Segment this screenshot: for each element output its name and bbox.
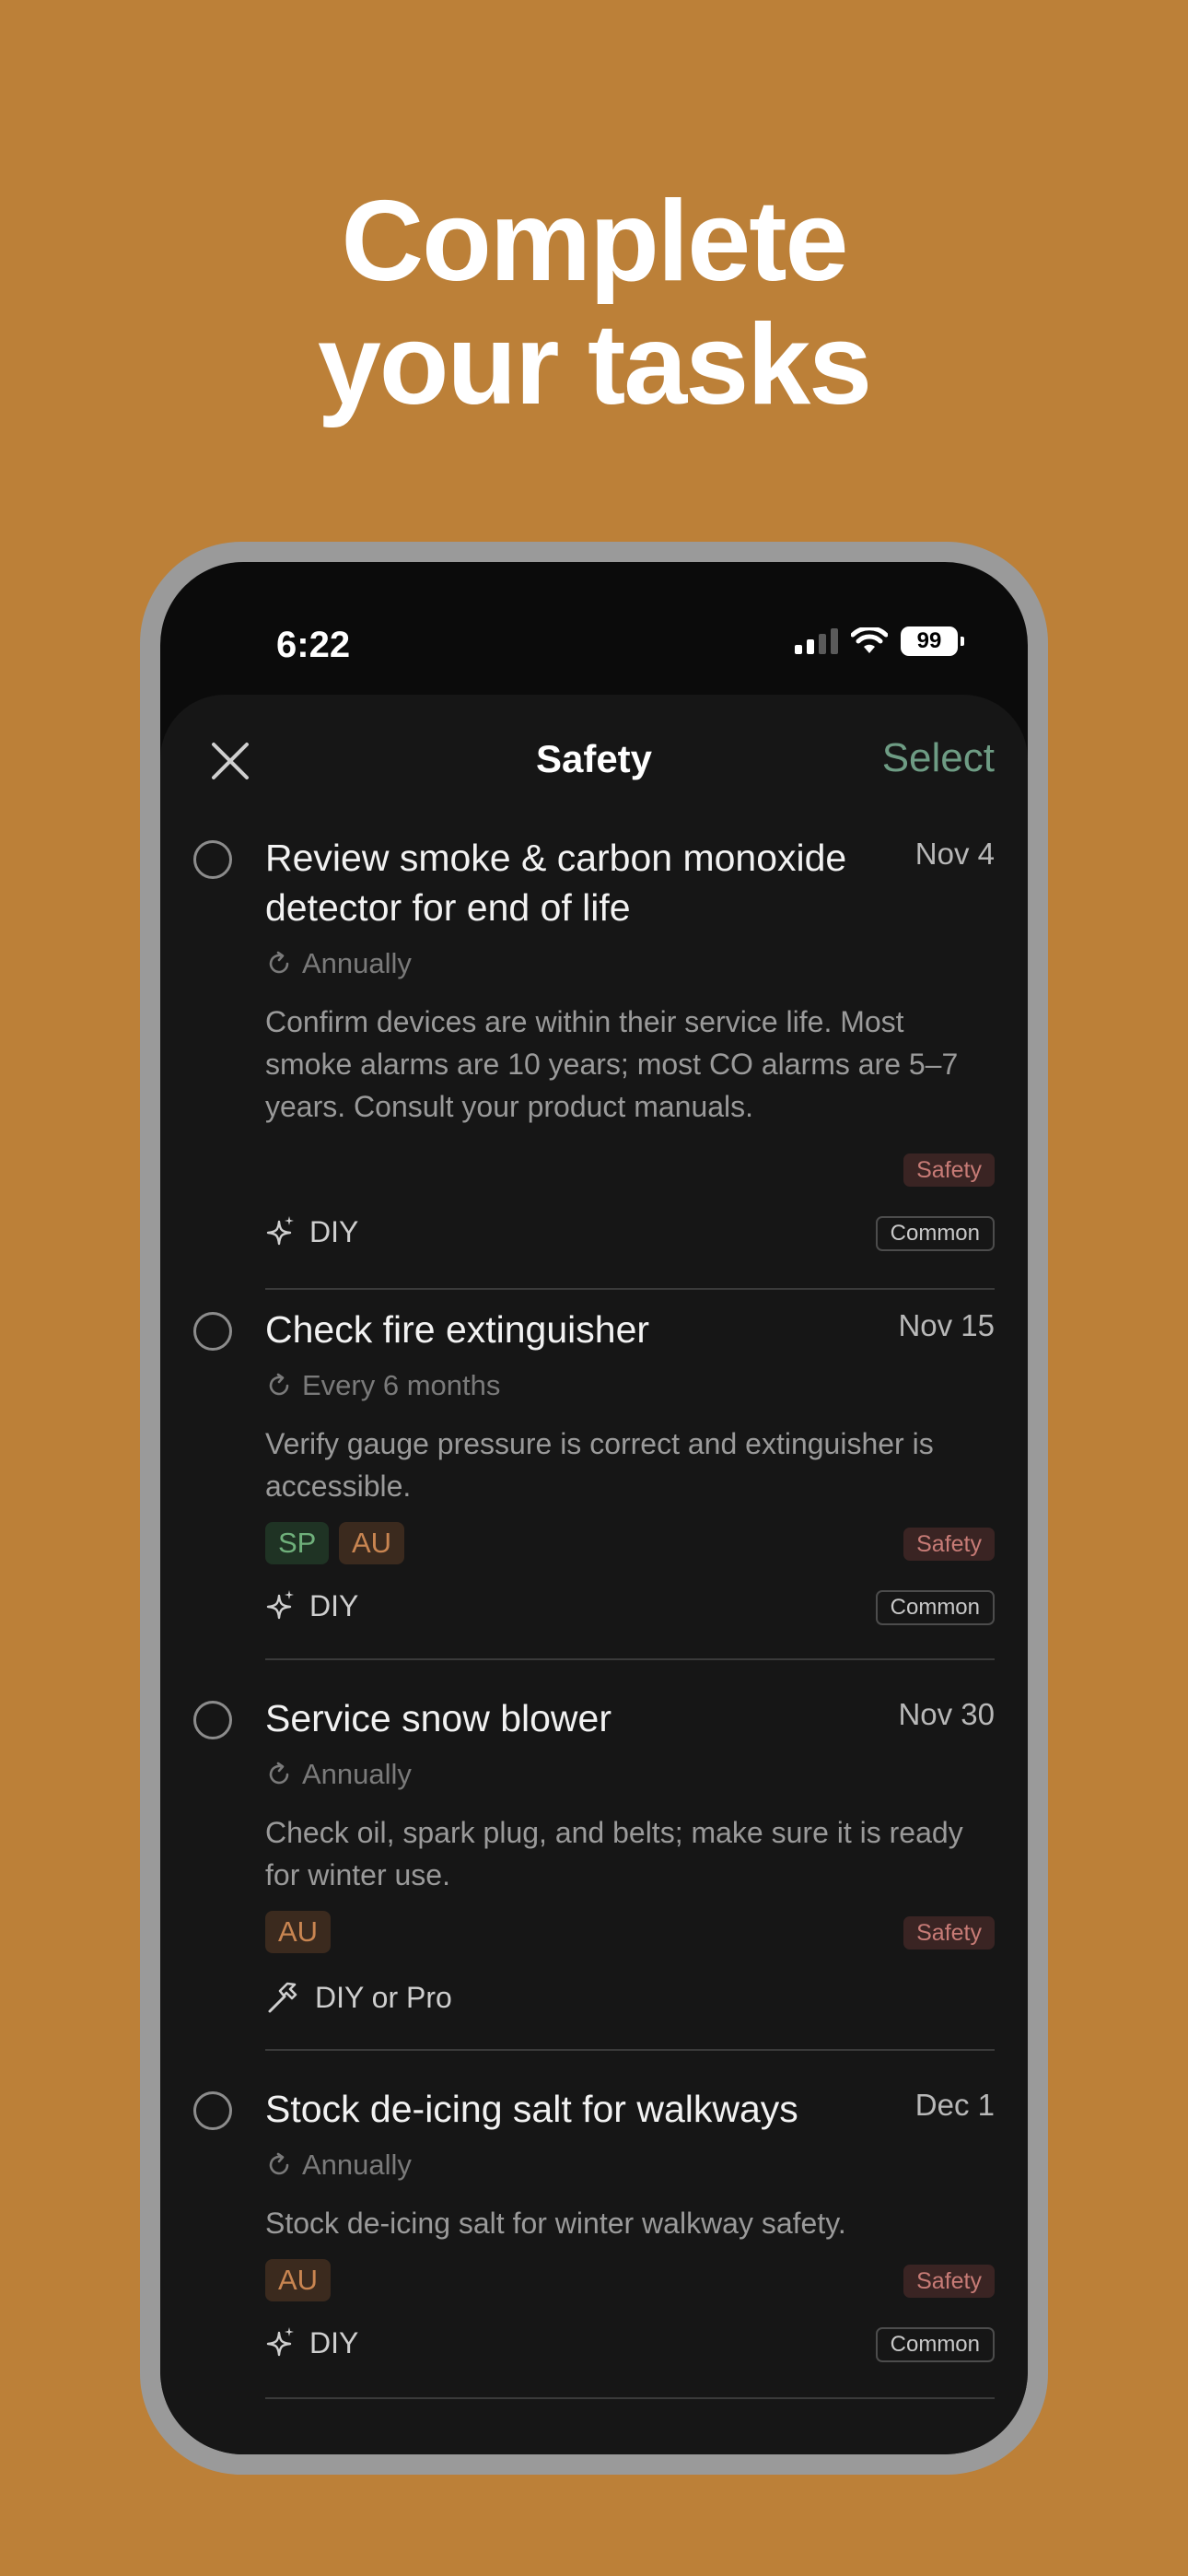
- task-description: Confirm devices are within their service…: [265, 1005, 959, 1123]
- task-title: Stock de-icing salt for walkways: [265, 2088, 798, 2130]
- task-method: DIY: [265, 1214, 358, 1249]
- sparkle-icon: [266, 2327, 294, 2357]
- task-title: Review smoke & carbon monoxide detector …: [265, 837, 847, 929]
- task-due-date: Nov 15: [898, 1308, 995, 1342]
- sparkle-icon: [266, 1590, 294, 1620]
- task-due-date: Dec 1: [914, 2088, 995, 2122]
- task-method-label: DIY: [309, 1588, 359, 1622]
- task-recurrence: Every 6 months: [265, 1369, 500, 1402]
- task-method: DIY or Pro: [265, 1979, 452, 2016]
- repeat-icon: [269, 1762, 289, 1785]
- task-divider: [265, 2049, 995, 2051]
- task-recurrence: Annually: [265, 1758, 412, 1791]
- repeat-icon: [269, 951, 289, 974]
- task-complete-checkbox[interactable]: [193, 1312, 232, 1351]
- task-recurrence-label: Annually: [302, 1758, 412, 1790]
- battery-icon: 99: [901, 626, 964, 656]
- frequency-tag: Common: [875, 2327, 995, 2362]
- region-tag-au: AU: [265, 1911, 332, 1953]
- task-divider: [265, 1288, 995, 1290]
- task-due-date: Nov 30: [898, 1697, 995, 1731]
- category-tag: Safety: [903, 2265, 995, 2298]
- headline-line-2: your tasks: [317, 301, 872, 428]
- category-tag: Safety: [903, 1916, 995, 1950]
- status-bar: 6:22 99: [160, 562, 1028, 682]
- region-tag-au: AU: [265, 2259, 332, 2301]
- phone-frame: 6:22 99 Safety Select Review smoke & car…: [140, 542, 1048, 2475]
- hammer-icon: [268, 1982, 297, 2013]
- task-complete-checkbox[interactable]: [193, 840, 232, 879]
- wifi-icon: [851, 627, 888, 653]
- task-description: Verify gauge pressure is correct and ext…: [265, 1427, 934, 1503]
- task-divider: [265, 2397, 995, 2399]
- task-recurrence-label: Every 6 months: [302, 1369, 501, 1401]
- task-recurrence: Annually: [265, 2149, 412, 2182]
- category-tag: Safety: [903, 1153, 995, 1187]
- phone-screen: 6:22 99 Safety Select Review smoke & car…: [160, 562, 1028, 2454]
- task-description: Check oil, spark plug, and belts; make s…: [265, 1816, 963, 1891]
- task-title: Service snow blower: [265, 1697, 611, 1739]
- task-complete-checkbox[interactable]: [193, 1701, 232, 1739]
- category-tag: Safety: [903, 1528, 995, 1561]
- task-description: Stock de-icing salt for winter walkway s…: [265, 2207, 846, 2240]
- task-method-label: DIY: [309, 1214, 359, 1248]
- headline: Complete your tasks: [0, 180, 1188, 427]
- sparkle-icon: [266, 1216, 294, 1246]
- task-method-label: DIY or Pro: [315, 1980, 452, 2014]
- status-time: 6:22: [276, 625, 351, 665]
- task-method: DIY: [265, 2325, 358, 2360]
- task-recurrence-label: Annually: [302, 947, 412, 979]
- task-title: Check fire extinguisher: [265, 1308, 650, 1351]
- task-method-label: DIY: [309, 2325, 359, 2359]
- cellular-signal-icon: [795, 628, 838, 654]
- task-complete-checkbox[interactable]: [193, 2091, 232, 2130]
- frequency-tag: Common: [875, 1590, 995, 1625]
- repeat-icon: [269, 1373, 289, 1396]
- sheet-nav: Safety Select: [160, 695, 1028, 824]
- region-tag-au: AU: [339, 1522, 405, 1564]
- task-recurrence: Annually: [265, 947, 412, 980]
- task-recurrence-label: Annually: [302, 2149, 412, 2181]
- select-button[interactable]: Select: [882, 735, 995, 781]
- task-method: DIY: [265, 1588, 358, 1623]
- task-due-date: Nov 4: [914, 837, 995, 871]
- task-sheet: Safety Select Review smoke & carbon mono…: [160, 695, 1028, 2454]
- status-icons: 99: [795, 626, 964, 656]
- frequency-tag: Common: [875, 1216, 995, 1251]
- task-divider: [265, 1658, 995, 1660]
- repeat-icon: [269, 2152, 289, 2175]
- region-tag-sp: SP: [265, 1522, 330, 1564]
- headline-line-1: Complete: [341, 178, 849, 305]
